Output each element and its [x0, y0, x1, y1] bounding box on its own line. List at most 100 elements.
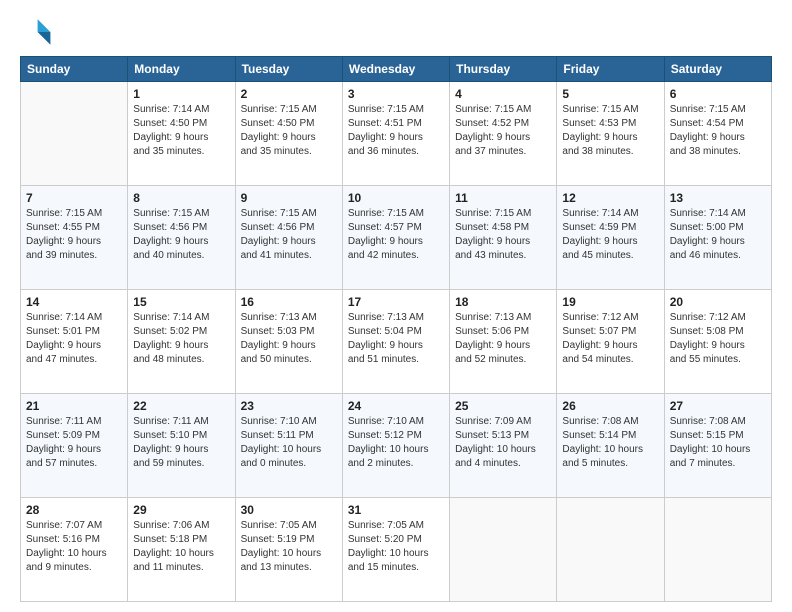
day-info: Sunrise: 7:15 AMSunset: 4:54 PMDaylight:…	[670, 103, 766, 159]
day-number: 13	[670, 190, 766, 206]
day-info: Sunrise: 7:08 AMSunset: 5:15 PMDaylight:…	[670, 415, 766, 471]
calendar-cell: 31Sunrise: 7:05 AMSunset: 5:20 PMDayligh…	[342, 498, 449, 602]
day-info: Sunrise: 7:14 AMSunset: 5:00 PMDaylight:…	[670, 207, 766, 263]
calendar-cell: 9Sunrise: 7:15 AMSunset: 4:56 PMDaylight…	[235, 186, 342, 290]
calendar-week-4: 21Sunrise: 7:11 AMSunset: 5:09 PMDayligh…	[21, 394, 772, 498]
day-info: Sunrise: 7:07 AMSunset: 5:16 PMDaylight:…	[26, 519, 122, 575]
day-info: Sunrise: 7:15 AMSunset: 4:58 PMDaylight:…	[455, 207, 551, 263]
day-info: Sunrise: 7:05 AMSunset: 5:20 PMDaylight:…	[348, 519, 444, 575]
day-number: 11	[455, 190, 551, 206]
day-number: 14	[26, 294, 122, 310]
day-info: Sunrise: 7:06 AMSunset: 5:18 PMDaylight:…	[133, 519, 229, 575]
calendar-cell: 19Sunrise: 7:12 AMSunset: 5:07 PMDayligh…	[557, 290, 664, 394]
day-number: 19	[562, 294, 658, 310]
day-number: 16	[241, 294, 337, 310]
day-info: Sunrise: 7:15 AMSunset: 4:57 PMDaylight:…	[348, 207, 444, 263]
day-number: 24	[348, 398, 444, 414]
calendar-cell: 25Sunrise: 7:09 AMSunset: 5:13 PMDayligh…	[450, 394, 557, 498]
calendar-cell: 20Sunrise: 7:12 AMSunset: 5:08 PMDayligh…	[664, 290, 771, 394]
calendar-cell: 28Sunrise: 7:07 AMSunset: 5:16 PMDayligh…	[21, 498, 128, 602]
day-info: Sunrise: 7:11 AMSunset: 5:09 PMDaylight:…	[26, 415, 122, 471]
calendar-cell: 2Sunrise: 7:15 AMSunset: 4:50 PMDaylight…	[235, 82, 342, 186]
calendar-cell: 24Sunrise: 7:10 AMSunset: 5:12 PMDayligh…	[342, 394, 449, 498]
day-number: 31	[348, 502, 444, 518]
day-number: 3	[348, 86, 444, 102]
calendar-cell: 17Sunrise: 7:13 AMSunset: 5:04 PMDayligh…	[342, 290, 449, 394]
calendar-header-tuesday: Tuesday	[235, 57, 342, 82]
calendar-cell: 30Sunrise: 7:05 AMSunset: 5:19 PMDayligh…	[235, 498, 342, 602]
day-number: 17	[348, 294, 444, 310]
calendar-cell: 10Sunrise: 7:15 AMSunset: 4:57 PMDayligh…	[342, 186, 449, 290]
day-info: Sunrise: 7:05 AMSunset: 5:19 PMDaylight:…	[241, 519, 337, 575]
day-info: Sunrise: 7:14 AMSunset: 5:01 PMDaylight:…	[26, 311, 122, 367]
day-number: 22	[133, 398, 229, 414]
calendar-header-saturday: Saturday	[664, 57, 771, 82]
header	[20, 16, 772, 48]
calendar-cell: 26Sunrise: 7:08 AMSunset: 5:14 PMDayligh…	[557, 394, 664, 498]
calendar-week-1: 1Sunrise: 7:14 AMSunset: 4:50 PMDaylight…	[21, 82, 772, 186]
calendar-cell: 1Sunrise: 7:14 AMSunset: 4:50 PMDaylight…	[128, 82, 235, 186]
day-info: Sunrise: 7:15 AMSunset: 4:56 PMDaylight:…	[133, 207, 229, 263]
calendar-week-3: 14Sunrise: 7:14 AMSunset: 5:01 PMDayligh…	[21, 290, 772, 394]
calendar-cell: 5Sunrise: 7:15 AMSunset: 4:53 PMDaylight…	[557, 82, 664, 186]
day-info: Sunrise: 7:10 AMSunset: 5:12 PMDaylight:…	[348, 415, 444, 471]
day-number: 27	[670, 398, 766, 414]
calendar-cell	[664, 498, 771, 602]
calendar-cell: 18Sunrise: 7:13 AMSunset: 5:06 PMDayligh…	[450, 290, 557, 394]
day-info: Sunrise: 7:13 AMSunset: 5:03 PMDaylight:…	[241, 311, 337, 367]
calendar-header-monday: Monday	[128, 57, 235, 82]
day-info: Sunrise: 7:15 AMSunset: 4:55 PMDaylight:…	[26, 207, 122, 263]
calendar-cell: 7Sunrise: 7:15 AMSunset: 4:55 PMDaylight…	[21, 186, 128, 290]
day-number: 10	[348, 190, 444, 206]
day-info: Sunrise: 7:12 AMSunset: 5:08 PMDaylight:…	[670, 311, 766, 367]
day-info: Sunrise: 7:09 AMSunset: 5:13 PMDaylight:…	[455, 415, 551, 471]
day-number: 21	[26, 398, 122, 414]
calendar-cell: 27Sunrise: 7:08 AMSunset: 5:15 PMDayligh…	[664, 394, 771, 498]
day-info: Sunrise: 7:13 AMSunset: 5:06 PMDaylight:…	[455, 311, 551, 367]
calendar-header-row: SundayMondayTuesdayWednesdayThursdayFrid…	[21, 57, 772, 82]
day-number: 8	[133, 190, 229, 206]
day-number: 12	[562, 190, 658, 206]
day-number: 1	[133, 86, 229, 102]
page: SundayMondayTuesdayWednesdayThursdayFrid…	[0, 0, 792, 612]
calendar-cell: 15Sunrise: 7:14 AMSunset: 5:02 PMDayligh…	[128, 290, 235, 394]
day-number: 7	[26, 190, 122, 206]
day-number: 6	[670, 86, 766, 102]
calendar-week-5: 28Sunrise: 7:07 AMSunset: 5:16 PMDayligh…	[21, 498, 772, 602]
calendar-cell: 16Sunrise: 7:13 AMSunset: 5:03 PMDayligh…	[235, 290, 342, 394]
calendar-cell	[557, 498, 664, 602]
calendar-cell: 21Sunrise: 7:11 AMSunset: 5:09 PMDayligh…	[21, 394, 128, 498]
day-number: 15	[133, 294, 229, 310]
day-number: 28	[26, 502, 122, 518]
day-info: Sunrise: 7:14 AMSunset: 4:59 PMDaylight:…	[562, 207, 658, 263]
day-number: 9	[241, 190, 337, 206]
day-number: 23	[241, 398, 337, 414]
day-number: 20	[670, 294, 766, 310]
calendar-cell	[21, 82, 128, 186]
day-number: 5	[562, 86, 658, 102]
calendar-cell: 6Sunrise: 7:15 AMSunset: 4:54 PMDaylight…	[664, 82, 771, 186]
logo-icon	[20, 16, 52, 48]
calendar-cell: 8Sunrise: 7:15 AMSunset: 4:56 PMDaylight…	[128, 186, 235, 290]
calendar-header-wednesday: Wednesday	[342, 57, 449, 82]
day-info: Sunrise: 7:08 AMSunset: 5:14 PMDaylight:…	[562, 415, 658, 471]
calendar-cell	[450, 498, 557, 602]
day-number: 25	[455, 398, 551, 414]
calendar-week-2: 7Sunrise: 7:15 AMSunset: 4:55 PMDaylight…	[21, 186, 772, 290]
day-number: 29	[133, 502, 229, 518]
day-info: Sunrise: 7:15 AMSunset: 4:52 PMDaylight:…	[455, 103, 551, 159]
day-info: Sunrise: 7:10 AMSunset: 5:11 PMDaylight:…	[241, 415, 337, 471]
calendar-table: SundayMondayTuesdayWednesdayThursdayFrid…	[20, 56, 772, 602]
day-info: Sunrise: 7:15 AMSunset: 4:53 PMDaylight:…	[562, 103, 658, 159]
calendar-cell: 23Sunrise: 7:10 AMSunset: 5:11 PMDayligh…	[235, 394, 342, 498]
day-info: Sunrise: 7:11 AMSunset: 5:10 PMDaylight:…	[133, 415, 229, 471]
day-number: 2	[241, 86, 337, 102]
logo	[20, 16, 56, 48]
calendar-cell: 11Sunrise: 7:15 AMSunset: 4:58 PMDayligh…	[450, 186, 557, 290]
calendar-header-thursday: Thursday	[450, 57, 557, 82]
day-number: 4	[455, 86, 551, 102]
calendar-header-friday: Friday	[557, 57, 664, 82]
day-info: Sunrise: 7:15 AMSunset: 4:51 PMDaylight:…	[348, 103, 444, 159]
day-info: Sunrise: 7:15 AMSunset: 4:56 PMDaylight:…	[241, 207, 337, 263]
calendar-cell: 12Sunrise: 7:14 AMSunset: 4:59 PMDayligh…	[557, 186, 664, 290]
